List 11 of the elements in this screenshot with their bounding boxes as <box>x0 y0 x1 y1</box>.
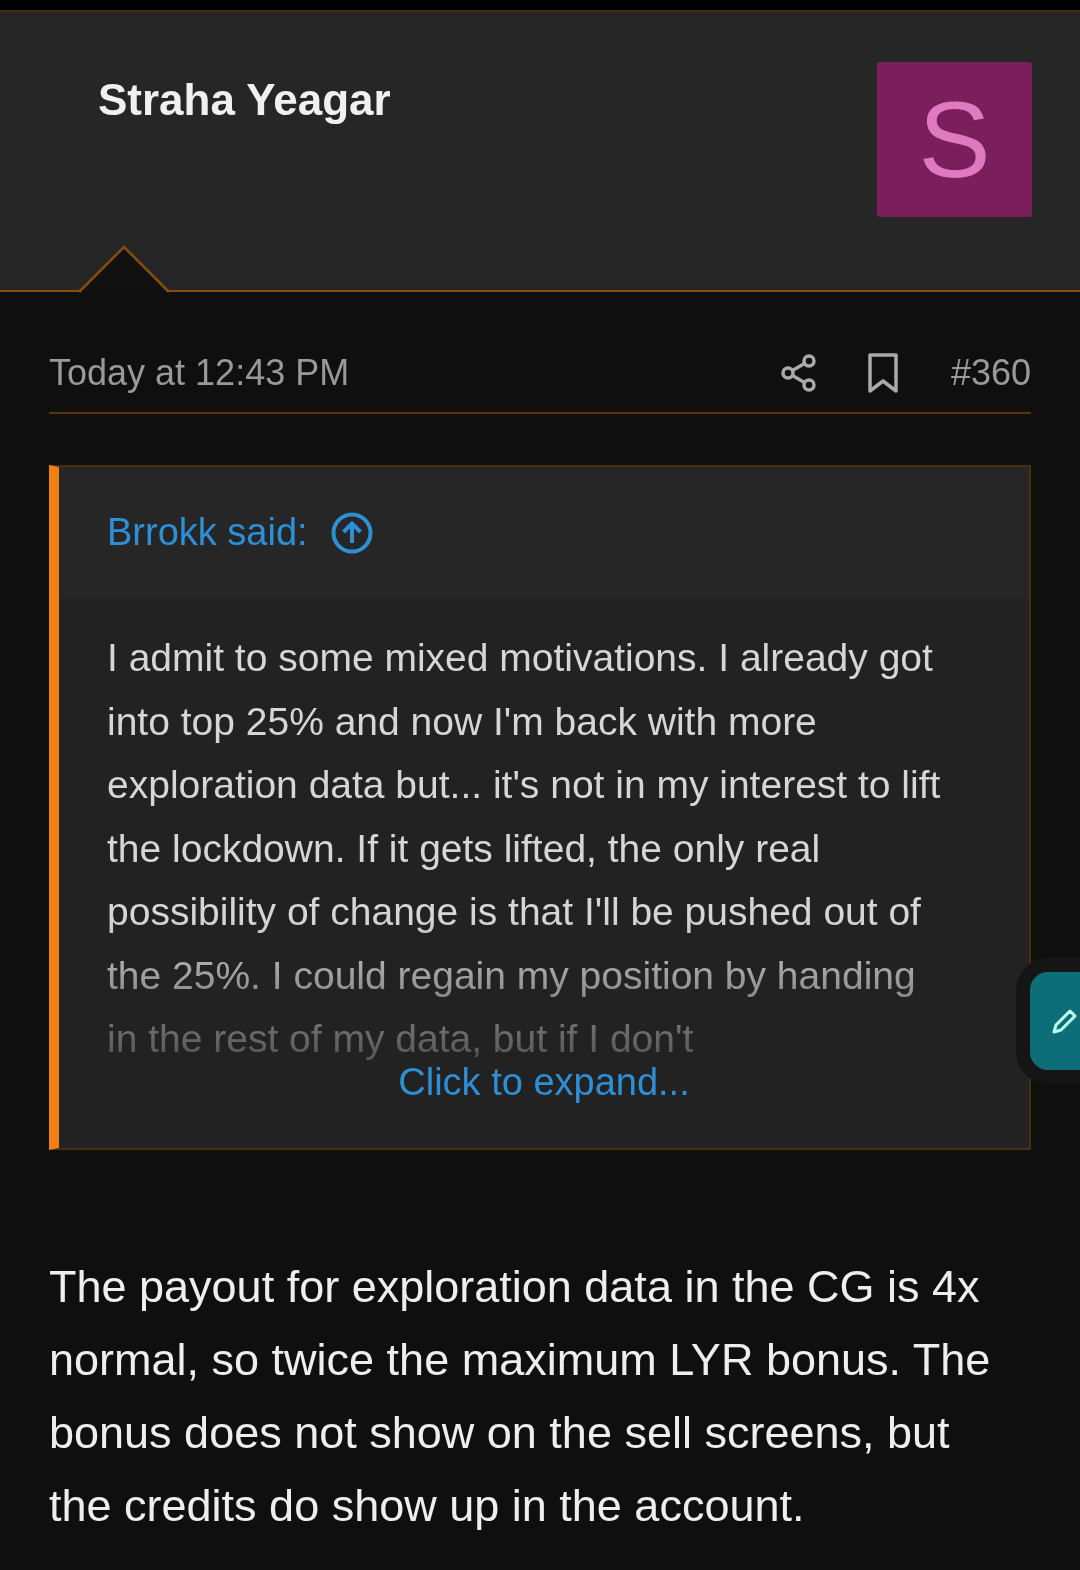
expand-link[interactable]: Click to expand... <box>398 1061 690 1104</box>
quote-author-link[interactable]: Brrokk said: <box>107 511 308 554</box>
quote-text: I admit to some mixed motivations. I already got into top 25% and now I'm back with more exploration data but... it's not in my interest to lift the lockdown. If it gets lifted, the only real possibility of change is that I'll be pushed out of the 25%. I could regain my position by handing in the rest of my data, but if I don't <box>107 635 942 1062</box>
bookmark-icon[interactable] <box>866 353 899 393</box>
post-number[interactable]: #360 <box>950 352 1031 394</box>
avatar[interactable]: S <box>877 62 1032 217</box>
author-name[interactable]: Straha Yeagar <box>98 75 391 125</box>
arrow-up-circle-icon[interactable] <box>329 510 374 555</box>
post-time[interactable]: Today at 12:43 PM <box>49 352 779 394</box>
share-icon[interactable] <box>778 353 819 393</box>
post-text: The payout for exploration data in the CG is 4x normal, so twice the maximum LYR bonus. The bonus does not show on the sell screens, but the credits do show up in the account. <box>49 1260 992 1533</box>
